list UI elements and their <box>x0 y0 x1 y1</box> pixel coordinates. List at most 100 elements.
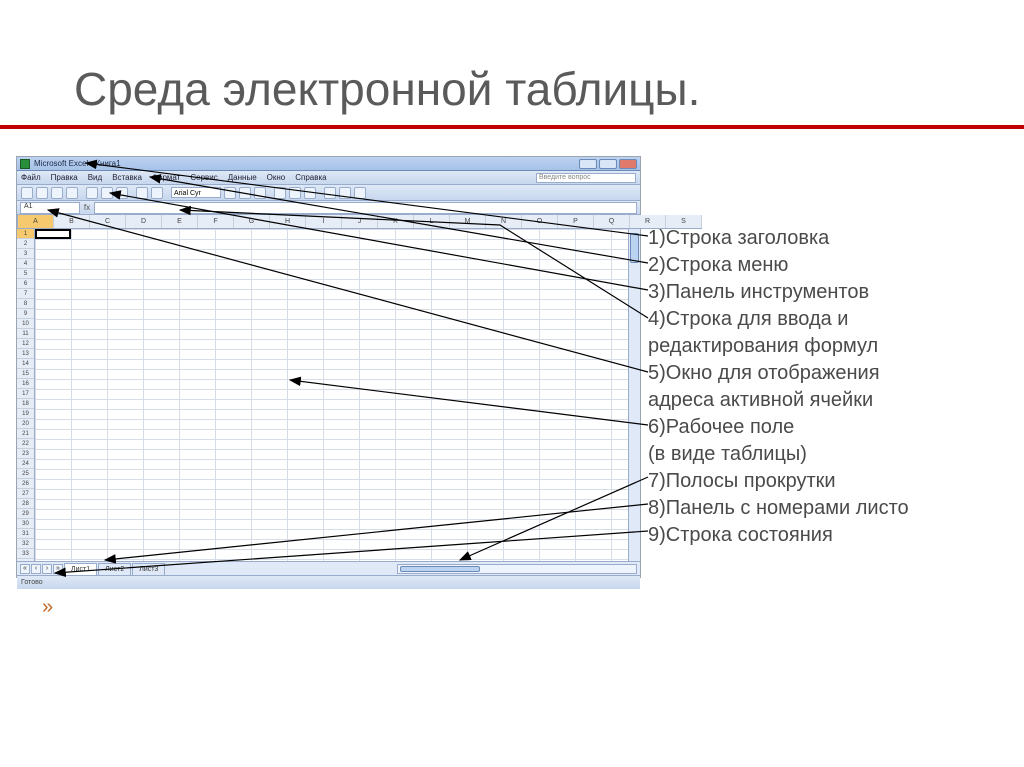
menu-help[interactable]: Справка <box>295 173 326 182</box>
scrollbar-thumb[interactable] <box>400 566 480 572</box>
font-color-icon[interactable] <box>354 187 366 199</box>
row-header[interactable]: 7 <box>17 289 34 299</box>
row-header[interactable]: 8 <box>17 299 34 309</box>
row-header[interactable]: 33 <box>17 549 34 559</box>
print-icon[interactable] <box>66 187 78 199</box>
column-header[interactable]: M <box>450 215 486 228</box>
row-header[interactable]: 28 <box>17 499 34 509</box>
row-header[interactable]: 14 <box>17 359 34 369</box>
column-header[interactable]: H <box>270 215 306 228</box>
tab-nav-first-icon[interactable]: « <box>20 564 30 574</box>
new-icon[interactable] <box>21 187 33 199</box>
font-name-box[interactable]: Arial Cyr <box>171 187 221 198</box>
row-header[interactable]: 9 <box>17 309 34 319</box>
column-header[interactable]: G <box>234 215 270 228</box>
column-header[interactable]: L <box>414 215 450 228</box>
menu-format[interactable]: Формат <box>152 173 180 182</box>
tab-nav-last-icon[interactable]: » <box>53 564 63 574</box>
align-left-icon[interactable] <box>274 187 286 199</box>
row-header[interactable]: 15 <box>17 369 34 379</box>
row-header[interactable]: 26 <box>17 479 34 489</box>
row-header[interactable]: 27 <box>17 489 34 499</box>
row-header[interactable]: 6 <box>17 279 34 289</box>
menu-data[interactable]: Данные <box>228 173 257 182</box>
menu-window[interactable]: Окно <box>267 173 286 182</box>
sheet-tab-2[interactable]: Лист2 <box>98 563 131 575</box>
row-header[interactable]: 12 <box>17 339 34 349</box>
vertical-scrollbar[interactable] <box>628 229 640 561</box>
column-header[interactable]: K <box>378 215 414 228</box>
row-header[interactable]: 2 <box>17 239 34 249</box>
row-header[interactable]: 31 <box>17 529 34 539</box>
menu-view[interactable]: Вид <box>88 173 102 182</box>
italic-icon[interactable] <box>239 187 251 199</box>
column-header[interactable]: N <box>486 215 522 228</box>
menu-insert[interactable]: Вставка <box>112 173 142 182</box>
undo-icon[interactable] <box>136 187 148 199</box>
sheet-tab-1[interactable]: Лист1 <box>64 563 97 575</box>
menubar[interactable]: Файл Правка Вид Вставка Формат Сервис Да… <box>17 171 640 185</box>
copy-icon[interactable] <box>101 187 113 199</box>
paste-icon[interactable] <box>116 187 128 199</box>
column-header[interactable]: A <box>18 215 54 228</box>
row-header[interactable]: 3 <box>17 249 34 259</box>
column-header[interactable]: B <box>54 215 90 228</box>
row-header[interactable]: 18 <box>17 399 34 409</box>
maximize-button[interactable] <box>599 159 617 169</box>
row-header[interactable]: 32 <box>17 539 34 549</box>
row-header[interactable]: 5 <box>17 269 34 279</box>
row-header[interactable]: 30 <box>17 519 34 529</box>
row-header[interactable]: 22 <box>17 439 34 449</box>
row-header[interactable]: 13 <box>17 349 34 359</box>
row-header[interactable]: 11 <box>17 329 34 339</box>
menu-edit[interactable]: Правка <box>51 173 78 182</box>
active-cell[interactable] <box>35 229 71 239</box>
slide-next-chevrons[interactable]: » <box>42 596 49 619</box>
window-controls[interactable] <box>579 159 637 169</box>
column-headers[interactable]: ABCDEFGHIJKLMNOPQRS <box>18 215 702 229</box>
column-header[interactable]: J <box>342 215 378 228</box>
menu-file[interactable]: Файл <box>21 173 41 182</box>
row-header[interactable]: 17 <box>17 389 34 399</box>
align-center-icon[interactable] <box>289 187 301 199</box>
row-header[interactable]: 23 <box>17 449 34 459</box>
row-headers[interactable]: 1234567891011121314151617181920212223242… <box>17 229 35 561</box>
row-header[interactable]: 4 <box>17 259 34 269</box>
row-header[interactable]: 10 <box>17 319 34 329</box>
column-header[interactable]: O <box>522 215 558 228</box>
row-header[interactable]: 24 <box>17 459 34 469</box>
scrollbar-thumb[interactable] <box>630 233 639 263</box>
column-header[interactable]: D <box>126 215 162 228</box>
column-header[interactable]: Q <box>594 215 630 228</box>
row-header[interactable]: 19 <box>17 409 34 419</box>
column-header[interactable]: P <box>558 215 594 228</box>
cut-icon[interactable] <box>86 187 98 199</box>
fill-color-icon[interactable] <box>339 187 351 199</box>
row-header[interactable]: 29 <box>17 509 34 519</box>
menu-tools[interactable]: Сервис <box>190 173 217 182</box>
underline-icon[interactable] <box>254 187 266 199</box>
close-button[interactable] <box>619 159 637 169</box>
name-box[interactable]: A1 <box>20 202 80 214</box>
sheet-tab-3[interactable]: Лист3 <box>132 563 165 575</box>
row-header[interactable]: 1 <box>17 229 34 239</box>
redo-icon[interactable] <box>151 187 163 199</box>
column-header[interactable]: C <box>90 215 126 228</box>
ask-question-box[interactable]: Введите вопрос <box>536 173 636 183</box>
column-header[interactable]: E <box>162 215 198 228</box>
fx-icon[interactable]: fx <box>80 203 94 212</box>
save-icon[interactable] <box>51 187 63 199</box>
column-header[interactable]: I <box>306 215 342 228</box>
align-right-icon[interactable] <box>304 187 316 199</box>
row-header[interactable]: 25 <box>17 469 34 479</box>
formula-bar[interactable] <box>94 202 637 214</box>
bold-icon[interactable] <box>224 187 236 199</box>
toolbar[interactable]: Arial Cyr <box>17 185 640 201</box>
worksheet-cells[interactable] <box>35 229 628 561</box>
tab-nav-next-icon[interactable]: › <box>42 564 52 574</box>
horizontal-scrollbar[interactable] <box>397 564 637 574</box>
borders-icon[interactable] <box>324 187 336 199</box>
row-header[interactable]: 16 <box>17 379 34 389</box>
tab-nav-prev-icon[interactable]: ‹ <box>31 564 41 574</box>
row-header[interactable]: 20 <box>17 419 34 429</box>
